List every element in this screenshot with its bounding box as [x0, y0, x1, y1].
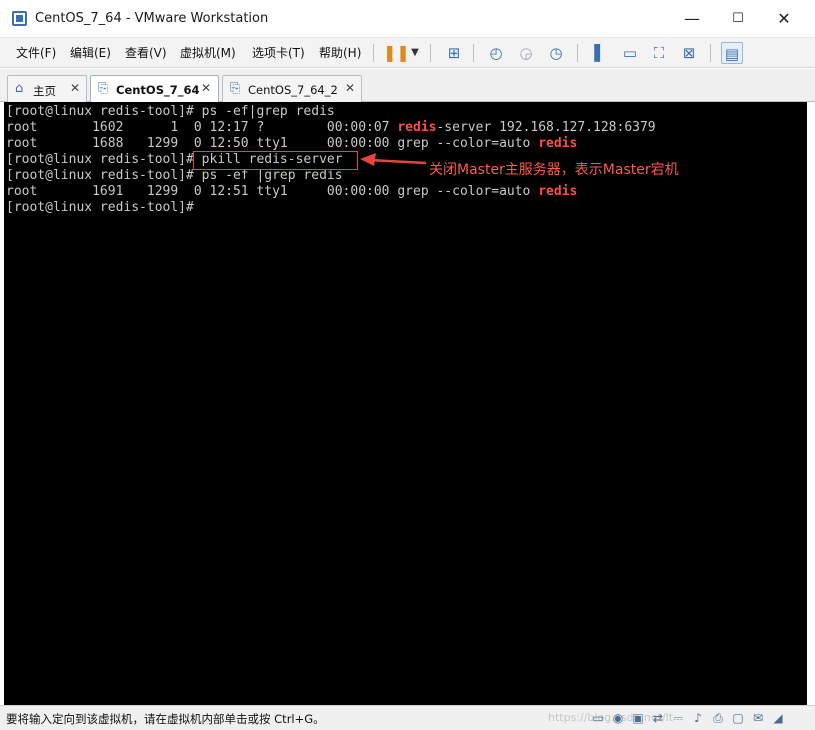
device-icons: ▭ ◉ ▣ ⇄ ⎓ ♪ ⎙ ▢ ✉ ◢ [590, 710, 810, 728]
menu-tabs[interactable]: 选项卡(T) [252, 44, 305, 61]
terminal-text: root 1688 1299 0 12:50 tty1 00:00:00 gre… [6, 136, 539, 151]
cd-rom-icon[interactable]: ◉ [610, 710, 626, 726]
tab-centos-7-64-2[interactable]: ⎘ CentOS_7_64_2 ✕ [222, 75, 362, 102]
full-screen-icon[interactable]: ⛶ [648, 42, 670, 64]
terminal-text: [root@linux redis-tool]# ps -ef|grep red… [6, 104, 335, 119]
chevron-down-icon[interactable]: ▼ [409, 42, 421, 64]
close-button[interactable]: ✕ [762, 6, 806, 32]
floppy-icon[interactable]: ▣ [630, 710, 646, 726]
close-icon[interactable]: ✕ [345, 81, 355, 95]
terminal-text: [root@linux redis-tool]# ps -ef |grep re… [6, 168, 343, 183]
close-icon[interactable]: ✕ [70, 81, 80, 95]
maximize-button[interactable]: ☐ [716, 6, 760, 32]
snapshot-icon[interactable]: ◴ [485, 42, 507, 64]
minimize-button[interactable]: — [670, 6, 714, 32]
tab-label: 主页 [33, 84, 56, 98]
terminal-line: [root@linux redis-tool]# ps -ef|grep red… [6, 104, 335, 120]
console-view-icon[interactable]: ▭ [619, 42, 641, 64]
tab-strip: ⌂ 主页 ✕ ⎘ CentOS_7_64 ✕ ⎘ CentOS_7_64_2 ✕ [0, 69, 815, 103]
thumbnail-view-icon[interactable]: ▤ [721, 42, 743, 64]
terminal-text: root 1691 1299 0 12:51 tty1 00:00:00 gre… [6, 184, 539, 199]
sound-icon[interactable]: ♪ [690, 710, 706, 726]
highlight-keyword: redis [397, 120, 437, 135]
tab-label: CentOS_7_64 [116, 83, 200, 97]
menu-vm[interactable]: 虚拟机(M) [180, 44, 236, 61]
window-title: CentOS_7_64 - VMware Workstation [35, 11, 269, 26]
tab-home[interactable]: ⌂ 主页 ✕ [7, 75, 87, 102]
vmware-app-icon [12, 11, 27, 26]
pause-icon[interactable]: ❚❚ [383, 42, 410, 64]
annotation-arrow-icon [360, 153, 427, 166]
title-bar: CentOS_7_64 - VMware Workstation — ☐ ✕ [0, 0, 815, 38]
snapshot-manager-icon[interactable]: ◷ [545, 42, 567, 64]
status-message: 要将输入定向到该虚拟机，请在虚拟机内部单击或按 Ctrl+G。 [6, 712, 325, 726]
toolbar-separator [373, 44, 374, 62]
terminal-text: [root@linux redis-tool]# [6, 200, 194, 215]
home-icon: ⌂ [15, 81, 24, 96]
terminal-text: -server 192.168.127.128:6379 [436, 120, 656, 135]
command-highlight-box [193, 151, 358, 170]
show-library-icon[interactable]: ▌ [589, 42, 611, 64]
message-icon[interactable]: ✉ [750, 710, 766, 726]
hard-disk-icon[interactable]: ▭ [590, 710, 606, 726]
terminal-line: root 1602 1 0 12:17 ? 00:00:07 redis-ser… [6, 120, 656, 136]
menu-help[interactable]: 帮助(H) [319, 44, 361, 61]
usb-icon[interactable]: ⎓ [670, 710, 686, 726]
close-icon[interactable]: ✕ [201, 81, 211, 95]
resize-grip-icon[interactable]: ◢ [770, 710, 786, 726]
network-icon[interactable]: ⇄ [650, 710, 666, 726]
terminal-line: root 1691 1299 0 12:51 tty1 00:00:00 gre… [6, 184, 577, 200]
menu-edit[interactable]: 编辑(E) [70, 44, 111, 61]
revert-snapshot-icon[interactable]: ◶ [515, 42, 537, 64]
highlight-keyword: redis [538, 136, 578, 151]
terminal-line: [root@linux redis-tool]# [6, 200, 194, 216]
menu-view[interactable]: 查看(V) [125, 44, 167, 61]
vm-icon: ⎘ [98, 81, 109, 96]
toolbar-separator [430, 44, 431, 62]
display-icon[interactable]: ▢ [730, 710, 746, 726]
terminal-line: [root@linux redis-tool]# ps -ef |grep re… [6, 168, 343, 184]
menu-file[interactable]: 文件(F) [16, 44, 56, 61]
annotation-text: 关闭Master主服务器，表示Master宕机 [429, 162, 679, 178]
toolbar-separator [473, 44, 474, 62]
terminal-text: root 1602 1 0 12:17 ? 00:00:07 [6, 120, 398, 135]
vm-icon: ⎘ [230, 81, 241, 96]
unity-icon[interactable]: ⊠ [678, 42, 700, 64]
toolbar-separator [710, 44, 711, 62]
tab-label: CentOS_7_64_2 [248, 83, 338, 97]
highlight-keyword: redis [538, 184, 578, 199]
vm-console[interactable]: [root@linux redis-tool]# ps -ef|grep red… [4, 102, 807, 705]
printer-icon[interactable]: ⎙ [710, 710, 726, 726]
terminal-line: root 1688 1299 0 12:50 tty1 00:00:00 gre… [6, 136, 577, 152]
tab-centos-7-64[interactable]: ⎘ CentOS_7_64 ✕ [90, 75, 219, 103]
menu-toolbar: 文件(F) 编辑(E) 查看(V) 虚拟机(M) 选项卡(T) 帮助(H) ❚❚… [0, 38, 815, 68]
status-bar: 要将输入定向到该虚拟机，请在虚拟机内部单击或按 Ctrl+G。 https://… [0, 705, 815, 730]
toolbar-separator [577, 44, 578, 62]
send-keys-icon[interactable]: ⊞ [443, 42, 465, 64]
